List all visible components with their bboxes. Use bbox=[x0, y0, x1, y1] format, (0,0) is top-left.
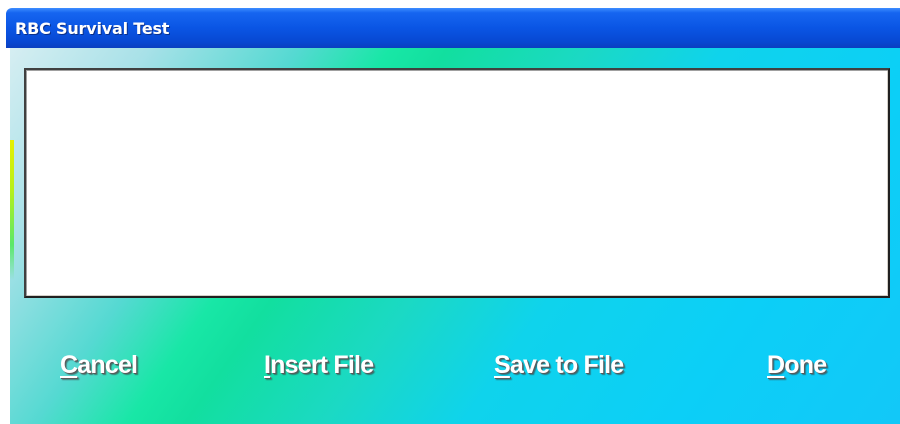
save-to-file-button-label: ave to File bbox=[509, 351, 624, 379]
insert-file-button[interactable]: Insert File bbox=[264, 348, 374, 382]
cancel-button-label: ancel bbox=[77, 351, 138, 379]
background-accent bbox=[10, 140, 14, 280]
save-to-file-button-mnemonic: S bbox=[494, 351, 511, 379]
window-title: RBC Survival Test bbox=[15, 19, 170, 38]
insert-file-button-label: nsert File bbox=[270, 351, 374, 379]
dialog-window: RBC Survival Test Cancel Insert File Sav… bbox=[0, 0, 900, 424]
cancel-button[interactable]: Cancel bbox=[60, 348, 138, 382]
done-button[interactable]: Done bbox=[767, 348, 827, 382]
save-to-file-button[interactable]: Save to File bbox=[494, 348, 624, 382]
title-bar[interactable]: RBC Survival Test bbox=[6, 8, 900, 48]
notes-text-area[interactable] bbox=[24, 68, 890, 298]
cancel-button-mnemonic: C bbox=[60, 351, 78, 379]
done-button-label: one bbox=[784, 351, 827, 379]
done-button-mnemonic: D bbox=[767, 351, 785, 379]
